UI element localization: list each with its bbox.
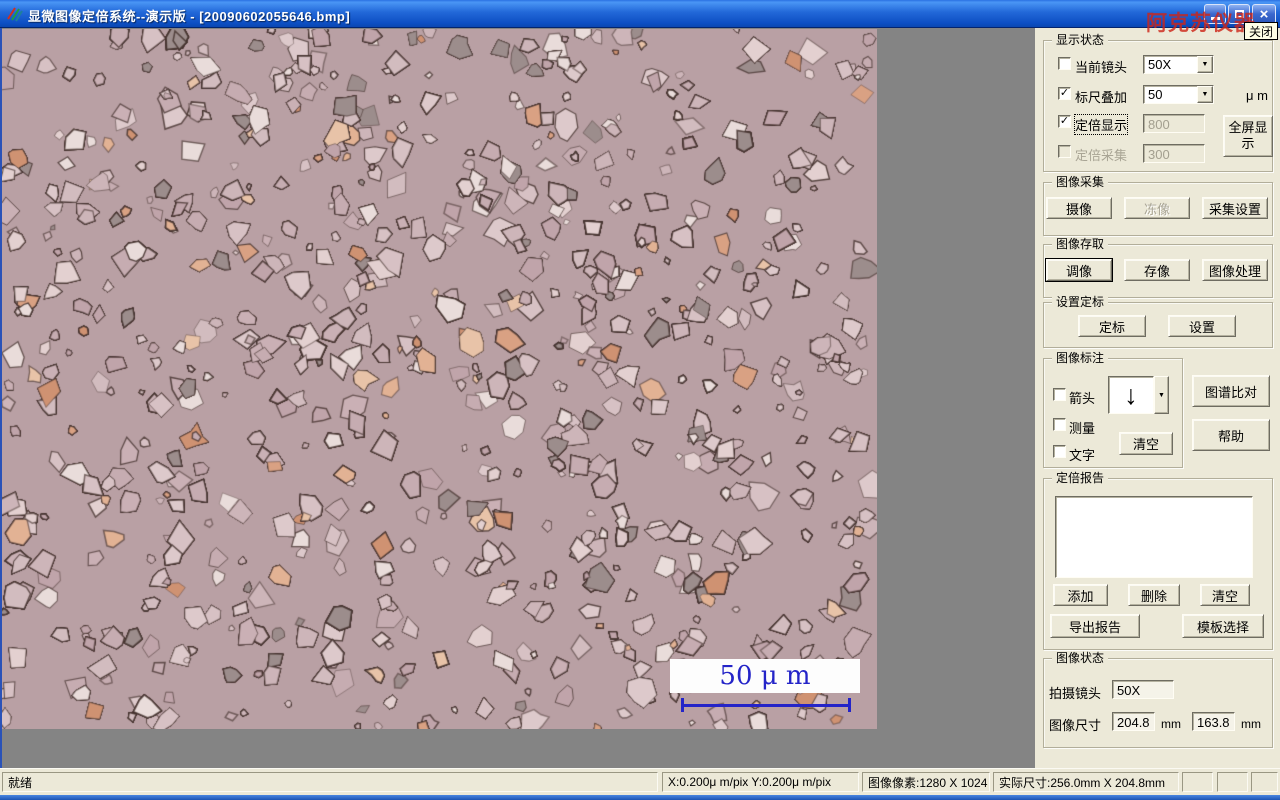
image-size-label: 图像尺寸 bbox=[1049, 718, 1102, 733]
export-report-button[interactable]: 导出报告 bbox=[1050, 614, 1140, 638]
report-delete-button[interactable]: 删除 bbox=[1128, 584, 1180, 606]
ruler-unit-label: μ m bbox=[1246, 88, 1268, 103]
load-image-button[interactable]: 调像 bbox=[1045, 258, 1113, 282]
image-height-field[interactable]: 163.8 bbox=[1192, 712, 1235, 731]
checkbox-fixed-capture bbox=[1058, 145, 1071, 158]
report-add-button[interactable]: 添加 bbox=[1053, 584, 1108, 606]
calibration-setup-button[interactable]: 设置 bbox=[1168, 315, 1236, 337]
image-viewport: 50 μ m bbox=[0, 28, 1035, 768]
checkbox-fixed-display[interactable]: ✓ bbox=[1058, 115, 1071, 128]
group-title: 定倍报告 bbox=[1052, 471, 1109, 485]
statusbar: 就绪 X:0.200μ m/pix Y:0.200μ m/pix 图像像素:12… bbox=[0, 768, 1280, 795]
chevron-down-icon[interactable]: ▼ bbox=[1154, 376, 1169, 414]
atlas-compare-button[interactable]: 图谱比对 bbox=[1192, 375, 1270, 407]
group-title: 显示状态 bbox=[1052, 33, 1109, 47]
watermark-text: 阿克苏仪器 bbox=[1146, 12, 1256, 35]
scalebar-box: 50 μ m bbox=[670, 659, 860, 693]
combo-value: 50X bbox=[1148, 57, 1172, 72]
status-image-pixels: 图像像素:1280 X 1024 bbox=[862, 772, 990, 792]
width-unit-label: mm bbox=[1161, 717, 1181, 731]
status-ready: 就绪 bbox=[2, 772, 658, 792]
scalebar-line bbox=[681, 704, 851, 707]
shooting-lens-field[interactable]: 50X bbox=[1112, 680, 1174, 699]
image-process-button[interactable]: 图像处理 bbox=[1202, 259, 1268, 281]
current-lens-label: 当前镜头 bbox=[1075, 60, 1128, 75]
fixed-capture-label: 定倍采集 bbox=[1075, 148, 1128, 163]
group-image-status: 图像状态 bbox=[1043, 651, 1273, 748]
image-width-field[interactable]: 204.8 bbox=[1112, 712, 1155, 731]
window-bottom-frame bbox=[0, 795, 1280, 800]
group-title: 图像状态 bbox=[1052, 651, 1109, 665]
status-empty-panel bbox=[1217, 772, 1248, 792]
arrow-label: 箭头 bbox=[1069, 391, 1096, 406]
scalebar-label: 50 μ m bbox=[719, 661, 811, 691]
check-icon: ✓ bbox=[1059, 114, 1070, 127]
fixed-display-value-field: 800 bbox=[1143, 114, 1205, 133]
fullscreen-button[interactable]: 全屏显示 bbox=[1223, 115, 1273, 157]
checkbox-ruler-overlay[interactable]: ✓ bbox=[1058, 87, 1071, 100]
checkbox-current-lens[interactable] bbox=[1058, 57, 1071, 70]
measure-label: 测量 bbox=[1069, 421, 1096, 436]
text-label: 文字 bbox=[1069, 448, 1096, 463]
status-empty-panel bbox=[1182, 772, 1213, 792]
chevron-down-icon[interactable]: ▼ bbox=[1197, 86, 1213, 103]
freeze-button: 冻像 bbox=[1124, 197, 1190, 219]
fixed-capture-value-field: 300 bbox=[1143, 144, 1205, 163]
fixed-display-label: 定倍显示 bbox=[1073, 114, 1129, 135]
status-pixel-scale: X:0.200μ m/pix Y:0.200μ m/pix bbox=[662, 772, 859, 792]
shooting-lens-label: 拍摄镜头 bbox=[1049, 686, 1102, 701]
report-listbox[interactable] bbox=[1055, 496, 1253, 578]
close-icon: × bbox=[1259, 5, 1269, 23]
arrow-preview: ↓ bbox=[1108, 376, 1154, 414]
save-image-button[interactable]: 存像 bbox=[1124, 259, 1190, 281]
acquisition-settings-button[interactable]: 采集设置 bbox=[1202, 197, 1268, 219]
close-tooltip: 关闭 bbox=[1244, 22, 1278, 40]
arrow-style-combo[interactable]: ↓ ▼ bbox=[1108, 376, 1169, 414]
capture-button[interactable]: 摄像 bbox=[1046, 197, 1112, 219]
window-title: 显微图像定倍系统--演示版 - [20090602055646.bmp] bbox=[28, 9, 351, 24]
check-icon: ✓ bbox=[1059, 86, 1070, 99]
ruler-overlay-label: 标尺叠加 bbox=[1075, 90, 1128, 105]
group-title: 图像采集 bbox=[1052, 175, 1109, 189]
arrow-down-icon: ↓ bbox=[1124, 379, 1138, 410]
status-empty-panel bbox=[1251, 772, 1278, 792]
group-title: 设置定标 bbox=[1052, 295, 1109, 309]
template-select-button[interactable]: 模板选择 bbox=[1182, 614, 1264, 638]
ruler-value-combo[interactable]: 50 ▼ bbox=[1143, 85, 1214, 104]
current-lens-combo[interactable]: 50X ▼ bbox=[1143, 55, 1214, 74]
group-title: 图像标注 bbox=[1052, 351, 1109, 365]
combo-value: 50 bbox=[1148, 87, 1163, 102]
annotation-clear-button[interactable]: 清空 bbox=[1119, 432, 1173, 455]
micrograph-image bbox=[2, 29, 877, 729]
titlebar[interactable]: 显微图像定倍系统--演示版 - [20090602055646.bmp] × bbox=[0, 0, 1280, 28]
group-title: 图像存取 bbox=[1052, 237, 1109, 251]
calibrate-button[interactable]: 定标 bbox=[1078, 315, 1146, 337]
app-icon bbox=[7, 7, 23, 22]
checkbox-text[interactable] bbox=[1053, 445, 1066, 458]
height-unit-label: mm bbox=[1241, 717, 1261, 731]
checkbox-arrow[interactable] bbox=[1053, 388, 1066, 401]
help-button[interactable]: 帮助 bbox=[1192, 419, 1270, 451]
report-clear-button[interactable]: 清空 bbox=[1200, 584, 1250, 606]
status-actual-size: 实际尺寸:256.0mm X 204.8mm bbox=[993, 772, 1179, 792]
control-panel: 显示状态 当前镜头 50X ▼ ✓ 标尺叠加 50 ▼ μ m ✓ 定倍显示 8… bbox=[1035, 28, 1280, 768]
chevron-down-icon[interactable]: ▼ bbox=[1197, 56, 1213, 73]
checkbox-measure[interactable] bbox=[1053, 418, 1066, 431]
